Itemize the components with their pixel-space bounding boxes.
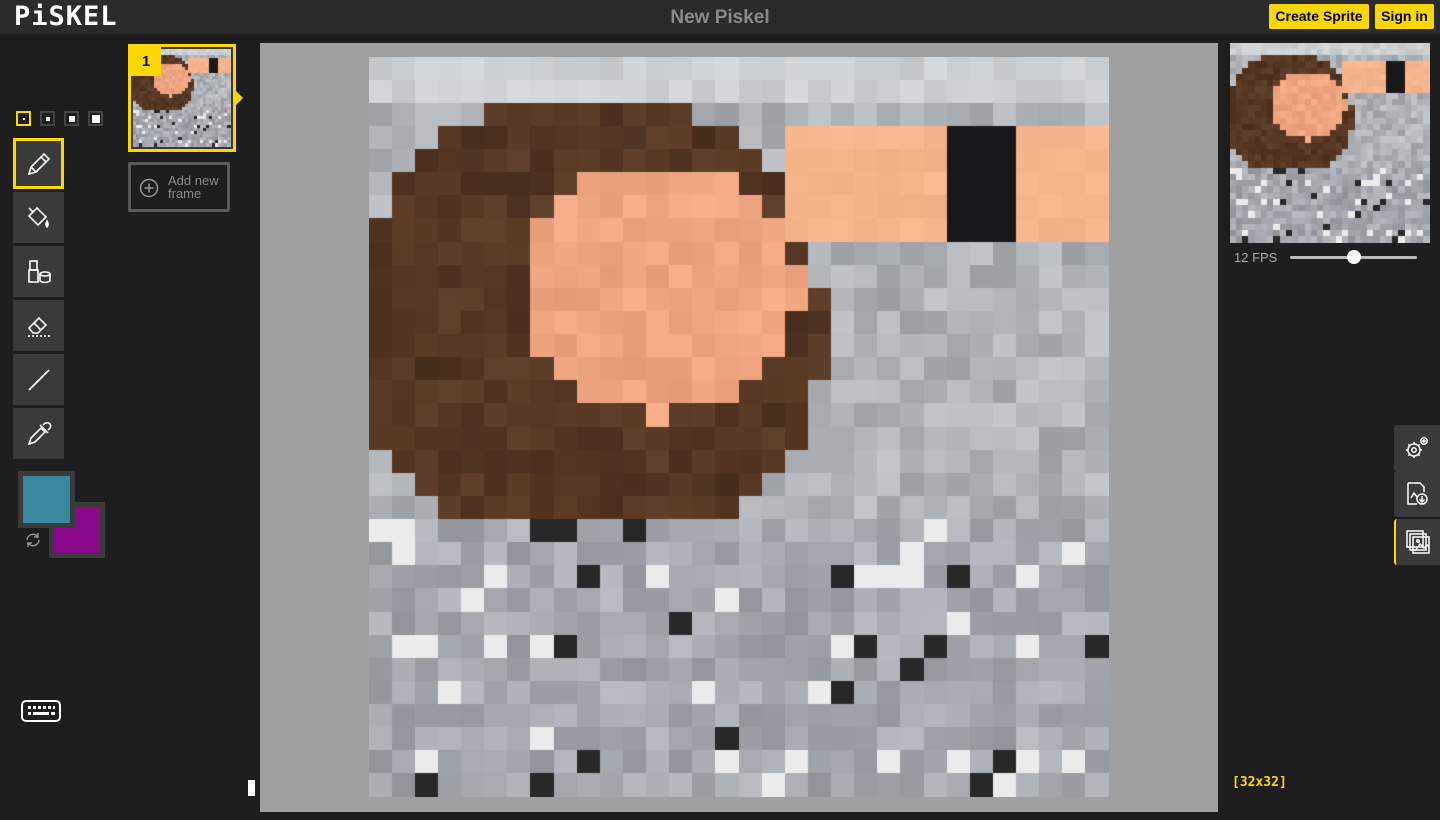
settings-button[interactable] [1394,425,1440,471]
add-new-frame-button[interactable]: Add new frame [128,162,230,212]
import-icon [1406,530,1430,554]
selected-frame-arrow [236,91,243,105]
eyedropper-icon [27,421,51,445]
animation-preview[interactable] [1230,43,1430,243]
fps-slider-handle[interactable] [1346,250,1361,264]
add-circle-icon [139,178,159,198]
primary-color-swatch[interactable] [18,471,75,528]
frame-number: 1 [131,47,161,76]
fps-label: 12 FPS [1234,250,1278,265]
swap-colors-icon[interactable] [24,531,42,549]
paint-bucket-tool[interactable] [13,192,64,243]
drawing-canvas-area[interactable] [260,43,1218,812]
import-button[interactable] [1394,519,1440,565]
pixel-canvas[interactable] [369,57,1109,797]
top-bar: PiSKEL New Piskel Create Sprite Sign in [0,0,1440,34]
add-new-frame-label: Add new frame [168,173,219,201]
line-icon [27,368,50,391]
paint-bucket-icon [27,206,49,228]
eraser-icon [27,316,51,337]
pen-tool[interactable] [13,138,64,189]
color-picker-tool[interactable] [13,408,64,459]
settings-icon [1406,437,1428,458]
pen-size-1[interactable] [16,111,31,126]
keyboard-shortcuts-icon[interactable] [20,697,62,725]
sign-in-button[interactable]: Sign in [1375,4,1434,29]
stroke-tool[interactable] [13,354,64,405]
pen-size-2[interactable] [40,111,55,126]
cursor-marker [248,780,255,796]
primary-color-fill [23,476,70,523]
create-sprite-button[interactable]: Create Sprite [1269,4,1369,29]
piskel-title[interactable]: New Piskel [0,7,1440,29]
pen-size-3[interactable] [64,111,79,126]
paint-all-bucket-icon [27,259,51,283]
frame-1-tile[interactable]: 1 [128,44,236,152]
eraser-tool[interactable] [13,300,64,351]
export-button[interactable] [1394,471,1440,517]
export-icon [1407,482,1428,505]
canvas-size-label: [32x32] [1232,775,1287,790]
pen-size-4[interactable] [88,111,103,126]
paint-all-same-color-tool[interactable] [13,246,64,297]
pencil-icon [27,152,50,175]
